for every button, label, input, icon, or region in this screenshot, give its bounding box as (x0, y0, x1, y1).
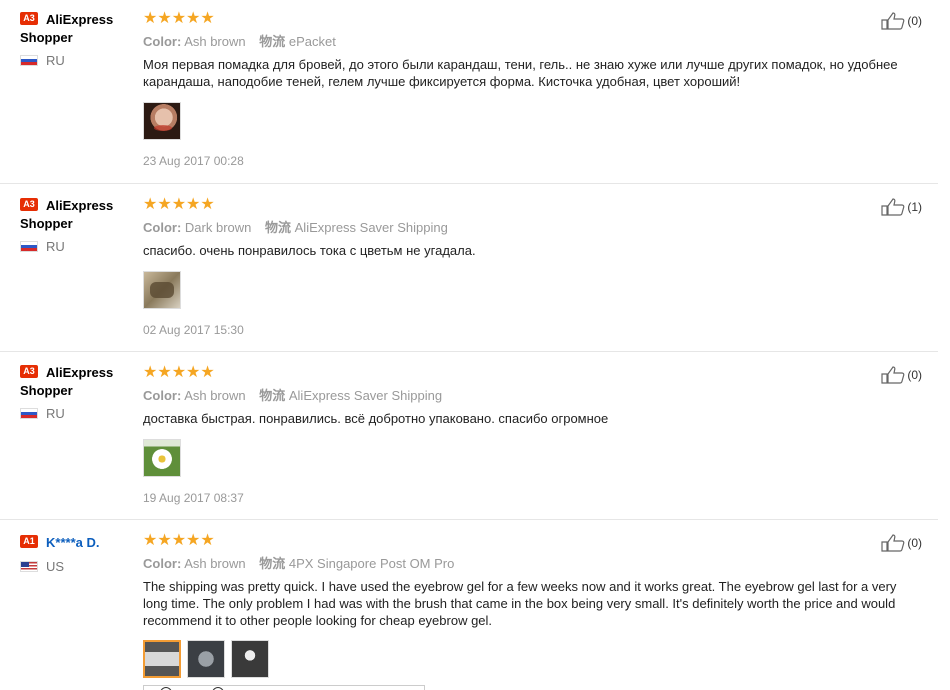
review-photos (143, 439, 923, 477)
review-meta: Color: Ash brown 物流 4PX Singapore Post O… (143, 556, 923, 572)
review-item: A3 AliExpress Shopper RU ★★★★★ Color: Da… (0, 184, 938, 352)
color-value: Ash brown (184, 556, 246, 571)
helpful-button[interactable]: (0) (881, 12, 922, 30)
shipping-label: 物流 (259, 34, 286, 49)
shipping-label: 物流 (265, 220, 292, 235)
buyer-level-badge: A3 (20, 198, 38, 211)
review-date: 23 Aug 2017 00:28 (143, 154, 244, 168)
helpful-count: (0) (907, 14, 922, 28)
review-photo-thumbnail[interactable] (143, 102, 181, 140)
shipping-value: AliExpress Saver Shipping (288, 388, 443, 403)
review-meta: Color: Dark brown 物流 AliExpress Saver Sh… (143, 220, 923, 236)
helpful-count: (0) (907, 368, 922, 382)
review-photo-thumbnail[interactable] (187, 640, 225, 678)
review-photo-thumbnail[interactable] (143, 439, 181, 477)
star-rating: ★★★★★ (143, 10, 215, 27)
review-photos (143, 640, 923, 678)
buyer-level-badge: A1 (20, 535, 38, 548)
reviewer-name[interactable]: K****a D. (46, 534, 99, 552)
reviewer-country: US (20, 559, 140, 574)
helpful-button[interactable]: (0) (881, 366, 922, 384)
star-rating: ★★★★★ (143, 532, 215, 549)
reviewer-name: AliExpress (46, 12, 114, 27)
thumbs-up-icon (881, 366, 905, 384)
star-rating: ★★★★★ (143, 364, 215, 381)
helpful-count: (0) (907, 536, 922, 550)
reviewer-info: A3 AliExpress Shopper RU (20, 197, 140, 254)
usa-flag-icon (20, 561, 38, 572)
buyer-level-badge: A3 (20, 12, 38, 25)
review-meta: Color: Ash brown 物流 AliExpress Saver Shi… (143, 388, 923, 404)
color-label: Color: (143, 388, 182, 403)
review-date: 02 Aug 2017 15:30 (143, 323, 244, 337)
reviewer-name-line2: Shopper (20, 216, 73, 231)
color-value: Ash brown (184, 388, 246, 403)
helpful-button[interactable]: (0) (881, 534, 922, 552)
review-photo-thumbnail[interactable] (143, 640, 181, 678)
country-code: RU (46, 239, 65, 254)
review-photos (143, 271, 923, 309)
shipping-label: 物流 (259, 388, 286, 403)
review-text: доставка быстрая. понравились. всё добро… (143, 411, 609, 426)
review-item: A1 K****a D. US ★★★★★ Color: Ash brown 物… (0, 520, 938, 690)
review-text: The shipping was pretty quick. I have us… (143, 579, 897, 628)
reviewer-info: A3 AliExpress Shopper RU (20, 11, 140, 68)
color-value: Ash brown (184, 34, 246, 49)
review-photo-thumbnail[interactable] (231, 640, 269, 678)
review-body: ★★★★★ Color: Dark brown 物流 AliExpress Sa… (143, 196, 923, 337)
review-text: Моя первая помадка для бровей, до этого … (143, 57, 898, 89)
reviewer-country: RU (20, 53, 140, 68)
review-item: A3 AliExpress Shopper RU ★★★★★ Color: As… (0, 352, 938, 520)
reviewer-info: A3 AliExpress Shopper RU (20, 364, 140, 421)
russia-flag-icon (20, 241, 38, 252)
reviewer-country: RU (20, 239, 140, 254)
review-photos (143, 102, 923, 140)
review-body: ★★★★★ Color: Ash brown 物流 4PX Singapore … (143, 532, 923, 678)
review-body: ★★★★★ Color: Ash brown 物流 AliExpress Sav… (143, 364, 923, 505)
reviewer-name-line2: Shopper (20, 30, 73, 45)
thumbs-up-icon (881, 198, 905, 216)
country-code: RU (46, 406, 65, 421)
shipping-value: ePacket (288, 34, 336, 49)
shipping-label: 物流 (259, 556, 286, 571)
review-photo-thumbnail[interactable] (143, 271, 181, 309)
review-meta: Color: Ash brown 物流 ePacket (143, 34, 923, 50)
country-code: US (46, 559, 65, 574)
shipping-value: 4PX Singapore Post OM Pro (288, 556, 455, 571)
reviewer-name: AliExpress (46, 198, 114, 213)
review-body: ★★★★★ Color: Ash brown 物流 ePacket Моя пе… (143, 10, 923, 168)
review-date: 19 Aug 2017 08:37 (143, 491, 244, 505)
reviewer-name: AliExpress (46, 365, 114, 380)
thumbs-up-icon (881, 12, 905, 30)
thumbs-up-icon (881, 534, 905, 552)
review-item: A3 AliExpress Shopper RU ★★★★★ Color: As… (0, 0, 938, 184)
color-label: Color: (143, 220, 182, 235)
color-label: Color: (143, 34, 182, 49)
star-rating: ★★★★★ (143, 196, 215, 213)
color-value: Dark brown (184, 220, 252, 235)
review-text: спасибо. очень понравилось тока с цветьм… (143, 243, 476, 258)
helpful-count: (1) (907, 200, 922, 214)
color-label: Color: (143, 556, 182, 571)
reviewer-country: RU (20, 406, 140, 421)
reviewer-name-line2: Shopper (20, 383, 73, 398)
country-code: RU (46, 53, 65, 68)
helpful-button[interactable]: (1) (881, 198, 922, 216)
russia-flag-icon (20, 55, 38, 66)
photo-viewer-edge (143, 685, 425, 690)
russia-flag-icon (20, 408, 38, 419)
buyer-level-badge: A3 (20, 365, 38, 378)
shipping-value: AliExpress Saver Shipping (294, 220, 448, 235)
reviewer-info: A1 K****a D. US (20, 534, 140, 574)
